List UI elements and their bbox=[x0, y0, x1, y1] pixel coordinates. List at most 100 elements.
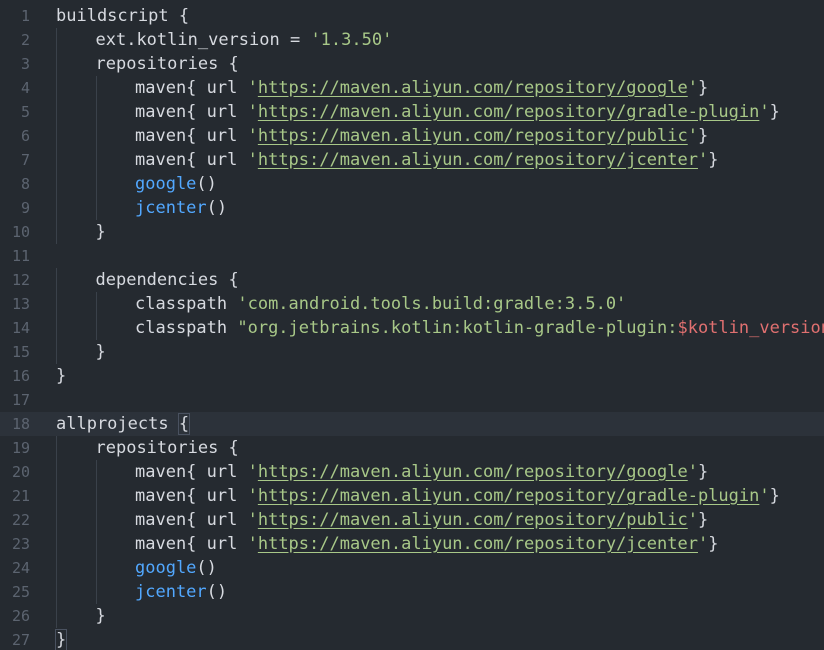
code-token: } bbox=[769, 486, 780, 506]
code-line-5[interactable]: 5 maven{ url 'https://maven.aliyun.com/re… bbox=[0, 100, 824, 124]
code-token: } bbox=[697, 462, 709, 482]
code-line-13[interactable]: 13 classpath 'com.android.tools.build:gra… bbox=[0, 292, 824, 316]
line-number: 27 bbox=[11, 631, 30, 649]
indent-guide bbox=[56, 124, 57, 148]
line-number: 4 bbox=[20, 79, 30, 97]
line-number: 14 bbox=[11, 319, 30, 337]
code-line-25[interactable]: 25 jcenter() bbox=[0, 580, 824, 604]
code-line-14[interactable]: 14 classpath "org.jetbrains.kotlin:kotlin… bbox=[0, 316, 824, 340]
url-link[interactable]: https://maven.aliyun.com/repository/grad… bbox=[258, 486, 760, 506]
code-line-11[interactable]: 11 bbox=[0, 244, 824, 268]
code-text: } bbox=[96, 220, 106, 244]
code-line-24[interactable]: 24 google() bbox=[0, 556, 824, 580]
code-line-22[interactable]: 22 maven{ url 'https://maven.aliyun.com/r… bbox=[0, 508, 824, 532]
code-line-16[interactable]: 16} bbox=[0, 364, 824, 388]
code-line-3[interactable]: 3 repositories { bbox=[0, 52, 824, 76]
string-literal: ' bbox=[247, 462, 258, 482]
code-line-2[interactable]: 2 ext.kotlin_version = '1.3.50' bbox=[0, 28, 824, 52]
line-number: 26 bbox=[11, 607, 30, 625]
line-number: 5 bbox=[20, 103, 30, 121]
indent-guide bbox=[56, 28, 57, 52]
code-token: classpath bbox=[135, 294, 238, 314]
code-token: } bbox=[708, 150, 719, 170]
string-literal: ' bbox=[247, 486, 258, 506]
code-token: () bbox=[206, 198, 228, 218]
matched-bracket: { bbox=[177, 413, 191, 435]
code-line-20[interactable]: 20 maven{ url 'https://maven.aliyun.com/r… bbox=[0, 460, 824, 484]
line-number: 9 bbox=[20, 199, 30, 217]
code-line-1[interactable]: 1 buildscript { bbox=[0, 4, 824, 28]
code-token: } bbox=[95, 606, 106, 626]
string-literal: ' bbox=[247, 510, 258, 530]
code-token: maven{ url bbox=[135, 78, 248, 98]
code-text: google() bbox=[135, 556, 217, 580]
string-literal: ' bbox=[687, 78, 698, 98]
code-token: maven{ url bbox=[135, 150, 248, 170]
code-line-26[interactable]: 26} bbox=[0, 604, 824, 628]
code-line-4[interactable]: 4 maven{ url 'https://maven.aliyun.com/re… bbox=[0, 76, 824, 100]
code-token: } bbox=[95, 342, 106, 362]
url-link[interactable]: https://maven.aliyun.com/repository/goog… bbox=[258, 462, 688, 482]
code-text: jcenter() bbox=[135, 580, 227, 604]
indent-guide bbox=[56, 76, 57, 100]
code-line-27[interactable]: 27} bbox=[0, 628, 824, 650]
code-editor[interactable]: 1 buildscript {2 ext.kotlin_version = '1.3… bbox=[0, 0, 824, 650]
code-line-12[interactable]: 12 dependencies { bbox=[0, 268, 824, 292]
indent-guide bbox=[56, 316, 57, 340]
code-line-9[interactable]: 9 jcenter() bbox=[0, 196, 824, 220]
line-number: 18 bbox=[11, 415, 30, 433]
code-token: () bbox=[206, 582, 228, 602]
code-token: maven{ url bbox=[135, 126, 248, 146]
line-number: 6 bbox=[20, 127, 30, 145]
code-token: ext.kotlin_version = bbox=[95, 30, 311, 50]
code-text: maven{ url 'https://maven.aliyun.com/rep… bbox=[135, 76, 708, 100]
indent-guide bbox=[56, 52, 57, 76]
url-link[interactable]: https://maven.aliyun.com/repository/jcen… bbox=[258, 534, 698, 554]
indent-guide bbox=[56, 268, 57, 292]
function-call: jcenter bbox=[135, 198, 207, 218]
line-number: 20 bbox=[11, 463, 30, 481]
code-line-18[interactable]: 18 allprojects { bbox=[0, 412, 824, 436]
code-line-8[interactable]: 8 google() bbox=[0, 172, 824, 196]
url-link[interactable]: https://maven.aliyun.com/repository/jcen… bbox=[258, 150, 698, 170]
code-line-19[interactable]: 19 repositories { bbox=[0, 436, 824, 460]
code-text: jcenter() bbox=[135, 196, 227, 220]
line-number: 23 bbox=[11, 535, 30, 553]
code-token: } bbox=[697, 126, 709, 146]
indent-guide bbox=[56, 148, 57, 172]
code-text: ext.kotlin_version = '1.3.50' bbox=[96, 28, 393, 52]
code-text: maven{ url 'https://maven.aliyun.com/rep… bbox=[135, 100, 780, 124]
string-literal: ' bbox=[759, 486, 770, 506]
code-line-17[interactable]: 17 bbox=[0, 388, 824, 412]
code-line-23[interactable]: 23 maven{ url 'https://maven.aliyun.com/r… bbox=[0, 532, 824, 556]
code-token: } bbox=[708, 534, 719, 554]
indent-guide bbox=[56, 604, 57, 628]
indent-guide bbox=[56, 532, 57, 556]
indent-guide bbox=[56, 100, 57, 124]
url-link[interactable]: https://maven.aliyun.com/repository/goog… bbox=[258, 78, 688, 98]
code-token: maven{ url bbox=[135, 510, 248, 530]
string-literal: ' bbox=[687, 462, 698, 482]
code-text: maven{ url 'https://maven.aliyun.com/rep… bbox=[135, 460, 708, 484]
function-call: google bbox=[135, 174, 197, 194]
code-line-7[interactable]: 7 maven{ url 'https://maven.aliyun.com/re… bbox=[0, 148, 824, 172]
url-link[interactable]: https://maven.aliyun.com/repository/grad… bbox=[258, 102, 760, 122]
code-line-10[interactable]: 10} bbox=[0, 220, 824, 244]
code-text: maven{ url 'https://maven.aliyun.com/rep… bbox=[135, 124, 708, 148]
line-number: 8 bbox=[20, 175, 30, 193]
string-literal: '1.3.50' bbox=[310, 30, 393, 50]
code-line-15[interactable]: 15} bbox=[0, 340, 824, 364]
code-text: google() bbox=[135, 172, 217, 196]
url-link[interactable]: https://maven.aliyun.com/repository/publ… bbox=[258, 510, 688, 530]
code-line-21[interactable]: 21 maven{ url 'https://maven.aliyun.com/r… bbox=[0, 484, 824, 508]
line-number: 10 bbox=[11, 223, 30, 241]
url-link[interactable]: https://maven.aliyun.com/repository/publ… bbox=[258, 126, 688, 146]
indent-guide bbox=[56, 580, 57, 604]
indent-guide bbox=[95, 532, 97, 556]
code-line-6[interactable]: 6 maven{ url 'https://maven.aliyun.com/re… bbox=[0, 124, 824, 148]
code-token: } bbox=[697, 78, 709, 98]
function-call: jcenter bbox=[135, 582, 207, 602]
string-literal: ' bbox=[759, 102, 770, 122]
indent-guide bbox=[95, 508, 97, 532]
code-token: } bbox=[769, 102, 780, 122]
